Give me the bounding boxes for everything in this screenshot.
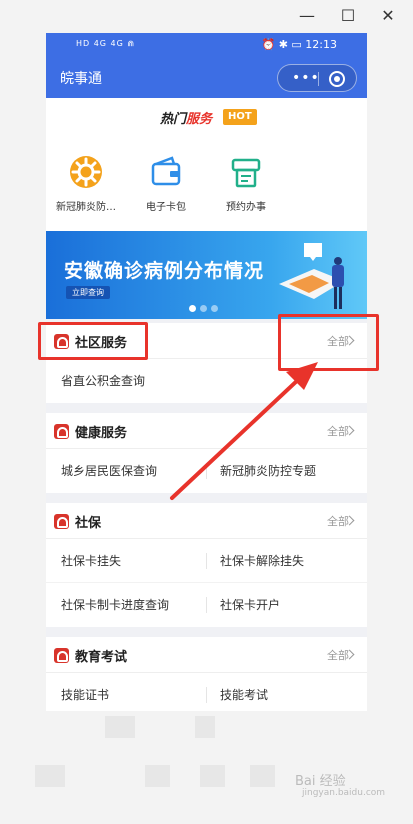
section-education: 教育考试 全部 技能证书 技能考试: [46, 637, 367, 711]
close-button[interactable]: ✕: [378, 6, 398, 26]
banner-title: 安徽确诊病例分布情况: [64, 260, 265, 282]
banner-pagination: [189, 297, 222, 316]
window-titlebar: — ☐ ✕: [0, 0, 413, 33]
app-title: 皖事通: [60, 71, 102, 87]
service-item[interactable]: 社保卡挂失: [61, 539, 121, 583]
highlight-box-section-title: [38, 322, 148, 360]
service-item[interactable]: 新冠肺炎防控专题: [220, 449, 316, 493]
watermark: Bai 经验: [295, 774, 346, 789]
virus-gear-icon: [68, 154, 104, 190]
service-item[interactable]: 技能证书: [61, 673, 109, 711]
hot-services-card: 热门服务 HOT 新冠肺炎防… 电子卡包 预约办事: [46, 98, 367, 253]
service-logo-icon: [54, 514, 69, 529]
more-icon[interactable]: •••: [292, 70, 320, 86]
clock: ⏰ ✱ ▭ 12:13: [261, 38, 338, 51]
minimize-button[interactable]: —: [297, 6, 317, 26]
list-row: 社保卡挂失 社保卡解除挂失: [46, 539, 367, 583]
close-mini-program-icon[interactable]: [329, 71, 345, 87]
service-item[interactable]: 城乡居民医保查询: [61, 449, 157, 493]
section-header: 健康服务 全部: [46, 413, 367, 449]
service-logo-icon: [54, 424, 69, 439]
wallet-icon: [148, 154, 184, 190]
service-item[interactable]: 省直公积金查询: [61, 359, 145, 403]
section-title: 教育考试: [75, 650, 128, 665]
maximize-button[interactable]: ☐: [338, 6, 358, 26]
section-header: 社保 全部: [46, 503, 367, 539]
ticket-printer-icon: [228, 154, 264, 190]
highlight-box-view-all: [278, 314, 379, 371]
service-item[interactable]: 社保卡开户: [220, 583, 280, 627]
section-social-security: 社保 全部 社保卡挂失 社保卡解除挂失 社保卡制卡进度查询 社保卡开户: [46, 503, 367, 627]
service-item[interactable]: 社保卡制卡进度查询: [61, 583, 169, 627]
hot-services-title: 热门服务: [160, 112, 213, 127]
section-title: 健康服务: [75, 426, 128, 441]
list-row: 社保卡制卡进度查询 社保卡开户: [46, 583, 367, 627]
section-health: 健康服务 全部 城乡居民医保查询 新冠肺炎防控专题: [46, 413, 367, 493]
hot-item-appointment[interactable]: 预约办事: [206, 154, 286, 213]
phone-screen: HD 4G 4G ⋒ ⏰ ✱ ▭ 12:13 皖事通 ••• 热门服务 HOT: [46, 33, 367, 711]
banner-query-button[interactable]: 立即查询: [66, 286, 110, 299]
list-row: 技能证书 技能考试: [46, 673, 367, 711]
hot-badge: HOT: [223, 109, 257, 125]
hot-item-covid[interactable]: 新冠肺炎防…: [46, 154, 126, 213]
service-item[interactable]: 技能考试: [220, 673, 268, 711]
list-row: 城乡居民医保查询 新冠肺炎防控专题: [46, 449, 367, 493]
section-header: 教育考试 全部: [46, 637, 367, 673]
covid-map-banner[interactable]: 安徽确诊病例分布情况 立即查询: [46, 231, 367, 319]
map-illustration-icon: [279, 243, 344, 309]
mini-program-capsule: •••: [277, 64, 357, 92]
service-item[interactable]: 社保卡解除挂失: [220, 539, 304, 583]
status-bar: HD 4G 4G ⋒ ⏰ ✱ ▭ 12:13: [46, 33, 367, 58]
signal-indicators: HD 4G 4G ⋒: [76, 39, 136, 48]
service-logo-icon: [54, 648, 69, 663]
watermark-url: jingyan.baidu.com: [302, 788, 386, 798]
section-title: 社保: [75, 516, 102, 531]
navbar: 皖事通 •••: [46, 58, 367, 98]
hot-item-wallet[interactable]: 电子卡包: [126, 154, 206, 213]
